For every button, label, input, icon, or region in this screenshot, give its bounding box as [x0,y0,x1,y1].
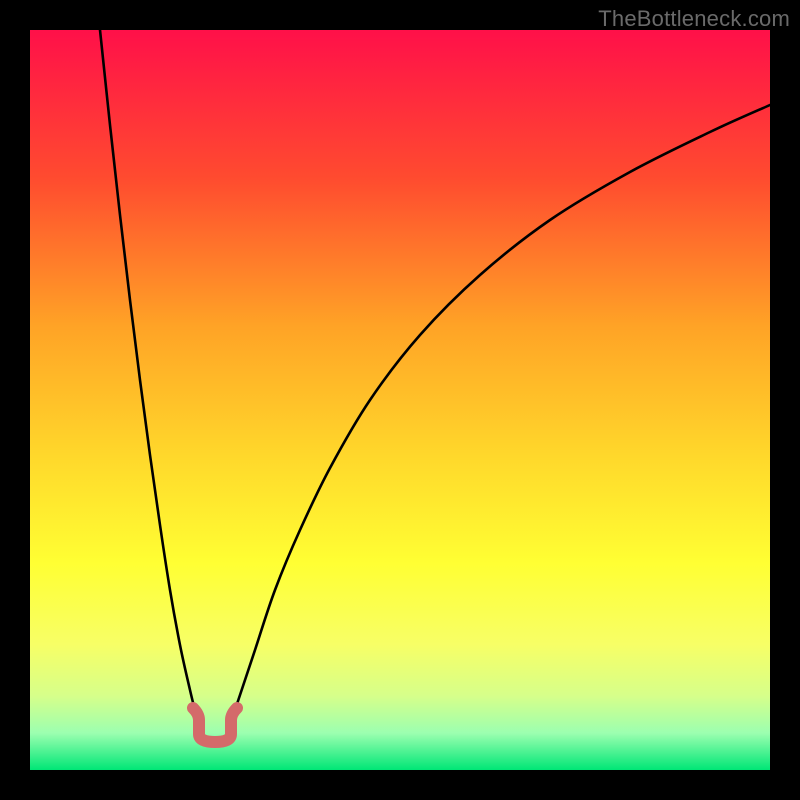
chart-frame: TheBottleneck.com [0,0,800,800]
plot-area [30,30,770,770]
chart-svg [30,30,770,770]
watermark-text: TheBottleneck.com [598,6,790,32]
gradient-background [30,30,770,770]
